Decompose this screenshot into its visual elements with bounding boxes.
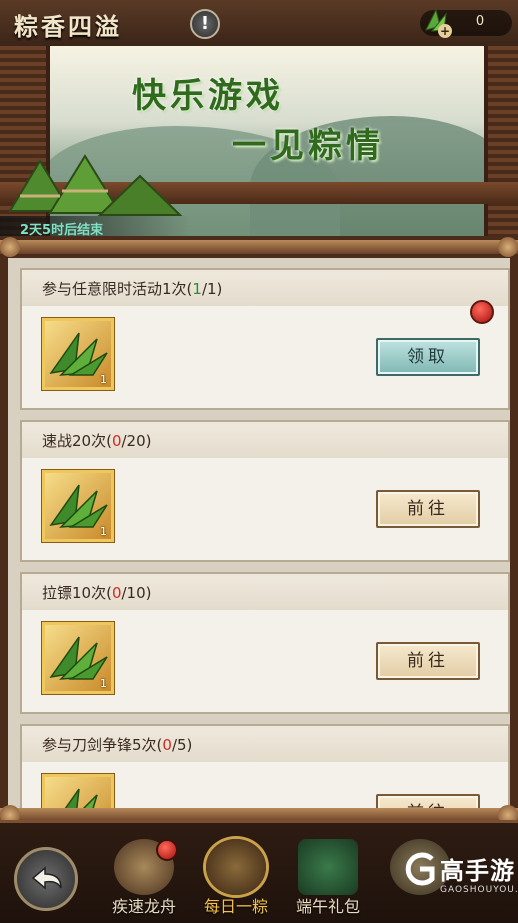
task-header: 参与任意限时活动1次(1/1) [22,270,508,307]
watermark: 高手游 GAOSHOUYOU.COM [402,847,518,911]
task-row: 速战20次(0/20) 1 前往 [20,420,510,562]
task-body: 1 领取 [22,300,508,408]
watermark-subtext: GAOSHOUYOU.COM [440,885,518,895]
tab-label: 每日一粽 [203,897,268,916]
task-progress-current: 1 [192,280,202,298]
zongzi-illustration-icon [8,154,183,216]
banner-slogan-line2: 一见粽情 [232,126,384,166]
task-title: 参与刀剑争锋5次(0/5) [42,736,193,754]
tab-label: 端午礼包 [295,897,360,916]
task-list[interactable]: 参与任意限时活动1次(1/1) 1 领取 速战20次(0/20) 1 前往 拉镖… [8,258,510,818]
alert-icon[interactable]: ! [190,9,220,39]
task-title: 拉镖10次(0/10) [42,584,152,602]
back-arrow-icon [31,866,62,890]
zongzi-leaf-icon [49,332,108,376]
reward-item[interactable]: 1 [42,470,114,542]
notification-dot [470,300,494,324]
reward-count: 1 [100,373,107,386]
task-row: 参与刀剑争锋5次(0/5) 1 前往 [20,724,510,818]
currency-value: 0 [475,14,485,29]
scroll-rod-top [0,237,518,257]
claim-button[interactable]: 领取 [376,338,480,376]
countdown-text: 2天5时后结束 [20,223,104,236]
banner-slogan-line1: 快乐游戏 [132,76,284,116]
task-row: 拉镖10次(0/10) 1 前往 [20,572,510,714]
page-title: 粽香四溢 [14,12,122,41]
watermark-text: 高手游 [440,857,515,885]
countdown-bar: 2天5时后结束 [0,216,190,236]
zongzi-basket-icon [206,839,266,895]
zongzi-leaf-icon [49,636,108,680]
reward-item[interactable]: 1 [42,622,114,694]
watermark-logo-icon [405,852,435,886]
bottom-nav: 疾速龙舟 每日一粽 端午礼包 高手游 GAOSHOUYOU.COM [0,820,518,923]
task-body: 1 前往 [22,458,508,560]
task-row: 参与任意限时活动1次(1/1) 1 领取 [20,268,510,410]
tab-daily-zongzi[interactable]: 每日一粽 [192,837,280,919]
task-body: 1 前往 [22,610,508,712]
reward-count: 1 [100,677,107,690]
notification-dot [156,839,178,861]
task-header: 速战20次(0/20) [22,422,508,459]
currency-counter[interactable]: + 0 [420,8,512,38]
task-progress-current: 0 [111,584,122,602]
task-progress-current: 0 [111,432,122,450]
go-button[interactable]: 前往 [376,642,480,680]
task-header: 拉镖10次(0/10) [22,574,508,611]
event-banner: 快乐游戏 一见粽情 2天5时后结束 [0,46,518,236]
task-progress-current: 0 [162,736,172,754]
window-frame-right [484,46,518,236]
zongzi-leaf-icon [49,484,108,528]
tab-gift-pack[interactable]: 端午礼包 [284,837,372,919]
add-currency-icon[interactable]: + [438,24,452,38]
tab-dragon-boat[interactable]: 疾速龙舟 [100,837,188,919]
task-title: 参与任意限时活动1次(1/1) [42,280,223,298]
task-header: 参与刀剑争锋5次(0/5) [22,726,508,763]
reward-item[interactable]: 1 [42,318,114,390]
go-button[interactable]: 前往 [376,490,480,528]
task-title: 速战20次(0/20) [42,432,152,450]
top-bar: 粽香四溢 ! + 0 [0,0,518,46]
back-button[interactable] [14,847,78,911]
tab-label: 疾速龙舟 [111,897,176,916]
reward-count: 1 [100,525,107,538]
gift-box-icon [298,839,358,895]
